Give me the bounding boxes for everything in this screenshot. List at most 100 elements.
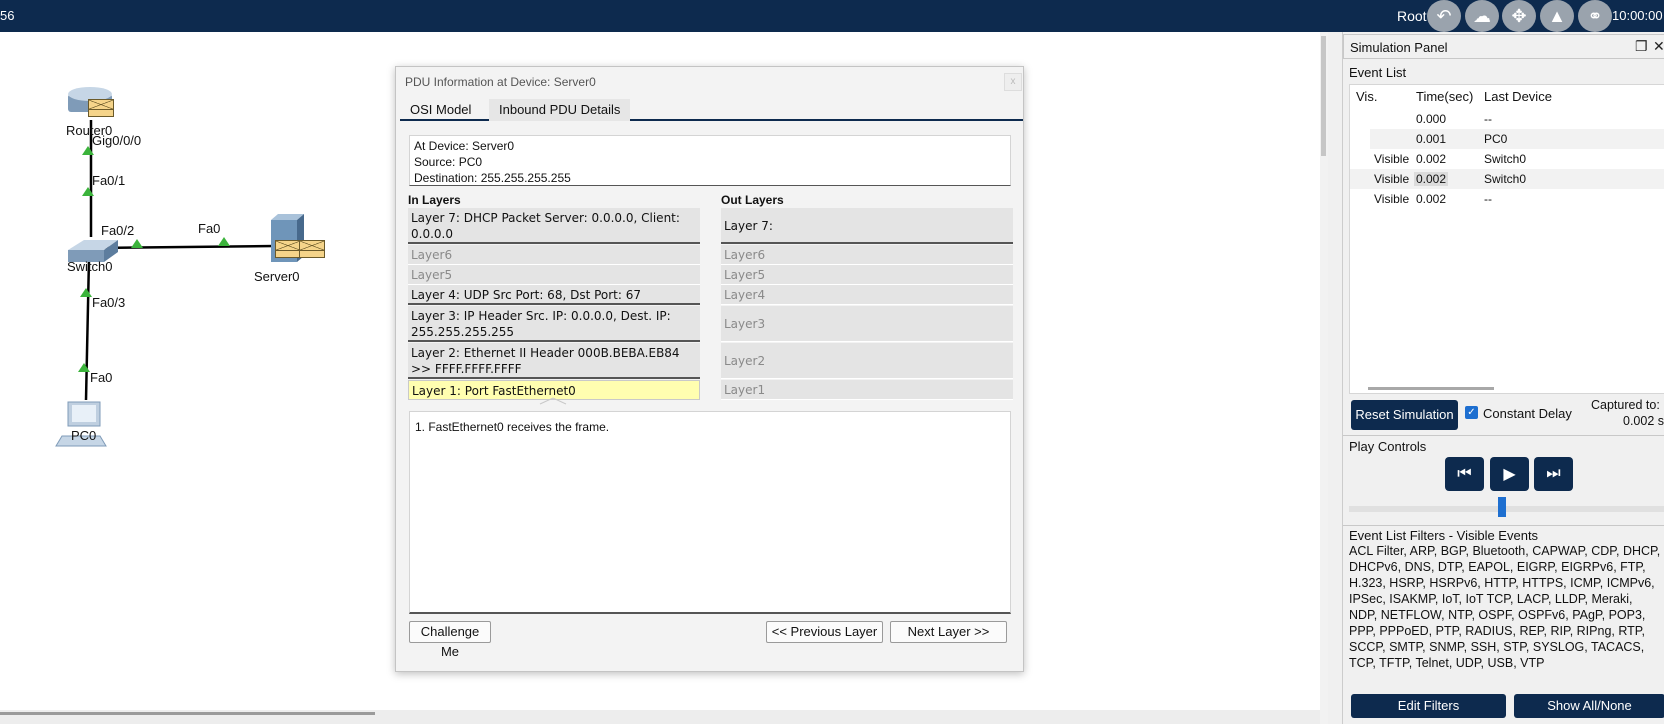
event-device: PC0 [1484,132,1508,146]
column-header-vis[interactable]: Vis. [1356,89,1377,104]
port-label-fa03: Fa0/3 [92,295,126,310]
link-status-arrow [82,146,94,155]
close-icon[interactable]: ✕ [1653,38,1664,55]
in-layer-7[interactable]: Layer 7: DHCP Packet Server: 0.0.0.0, Cl… [408,208,700,244]
destination-text: Destination: 255.255.255.255 [414,171,571,185]
pdu-envelope-icon[interactable] [299,240,325,258]
event-device: Switch0 [1484,172,1527,186]
top-left-text: 56 [0,8,15,23]
pc-label: PC0 [71,428,97,443]
port-label-pc-fa0: Fa0 [90,370,113,385]
out-layer-4[interactable]: Layer4 [721,285,1013,305]
play-speed-slider-track[interactable] [1349,506,1664,512]
link-status-arrow [78,363,90,372]
reset-simulation-button[interactable]: Reset Simulation [1351,400,1458,430]
close-icon[interactable]: x [1004,73,1022,91]
challenge-me-button[interactable]: Challenge Me [409,621,491,659]
port-label-fa02: Fa0/2 [101,223,135,238]
event-time: 0.002 [1416,192,1447,206]
port-label-server-fa0: Fa0 [198,221,221,236]
in-layer-6[interactable]: Layer6 [408,245,700,265]
simulation-panel-title: Simulation Panel [1350,40,1448,55]
column-header-time[interactable]: Time(sec) [1416,89,1473,104]
port-label-gig: Gig0/0/0 [92,133,142,148]
out-layer-5[interactable]: Layer5 [721,265,1013,285]
link-status-arrow [82,187,94,196]
tab-inbound-pdu-details[interactable]: Inbound PDU Details [489,99,631,121]
in-layer-3[interactable]: Layer 3: IP Header Src. IP: 0.0.0.0, Des… [408,306,700,342]
table-row[interactable]: Visible 0.002 -- [1350,189,1664,209]
event-device: -- [1484,192,1492,206]
in-layer-5[interactable]: Layer5 [408,265,700,285]
event-list-label: Event List [1349,65,1407,80]
link-status-arrow [131,239,143,248]
column-header-last-device[interactable]: Last Device [1484,89,1552,104]
switch-label: Switch0 [67,259,113,274]
constant-delay-label: Constant Delay [1483,406,1572,421]
move-icon[interactable]: ✥ [1502,0,1536,32]
step-back-icon[interactable]: ⏮ [1445,457,1484,491]
next-layer-button[interactable]: Next Layer >> [890,621,1007,643]
divider [1343,525,1664,526]
out-layer-1[interactable]: Layer1 [721,380,1013,400]
out-layer-3[interactable]: Layer3 [721,306,1013,342]
event-list-filters-label: Event List Filters - Visible Events [1349,528,1539,543]
server-label: Server0 [254,269,300,284]
event-vis: Visible [1374,172,1410,186]
visible-events-list: ACL Filter, ARP, BGP, Bluetooth, CAPWAP,… [1349,544,1661,670]
in-layer-4[interactable]: Layer 4: UDP Src Port: 68, Dst Port: 67 [408,285,700,305]
port-label-fa01: Fa0/1 [92,173,126,188]
out-layer-7[interactable]: Layer 7: [721,208,1013,244]
constant-delay-checkbox[interactable]: ✓ [1465,406,1478,419]
out-layer-2[interactable]: Layer2 [721,343,1013,379]
in-layer-2[interactable]: Layer 2: Ethernet II Header 000B.BEBA.EB… [408,343,700,379]
network-globe-icon[interactable]: ⚭ [1578,0,1612,32]
simulation-panel-header: Simulation Panel ❐ ✕ [1343,34,1664,59]
root-label: Root [1397,8,1427,24]
tab-osi-model[interactable]: OSI Model [400,99,482,121]
top-toolbar: 56 Root ↶ ☁ ✥ ▲ ⚭ 10:00:00 [0,0,1664,32]
splitter-handle[interactable] [538,397,568,405]
event-list-scrollbar[interactable] [1368,387,1494,390]
event-time: 0.002 [1416,152,1447,166]
cloud-download-icon[interactable]: ☁ [1465,0,1499,32]
link-switch-server [94,244,276,250]
captured-to-value: 0.002 s [1623,414,1664,428]
previous-layer-button[interactable]: << Previous Layer [766,621,883,643]
table-row[interactable]: Visible 0.002 Switch0 [1350,149,1664,169]
pdu-info-dialog: PDU Information at Device: Server0 x OSI… [395,66,1024,672]
link-status-arrow [80,288,92,297]
table-row[interactable]: Visible 0.002 Switch0 [1350,169,1664,189]
undo-icon[interactable]: ↶ [1427,0,1461,32]
landscape-icon[interactable]: ▲ [1540,0,1574,32]
table-row[interactable]: 0.000 -- [1350,109,1664,129]
out-layers-heading: Out Layers [721,193,784,207]
layer-description-text: 1. FastEthernet0 receives the frame. [415,420,610,434]
workspace-vertical-scrollbar[interactable] [1320,32,1328,724]
simulation-panel: Simulation Panel ❐ ✕ Event List Vis. Tim… [1342,32,1664,724]
edit-filters-button[interactable]: Edit Filters [1351,694,1506,718]
event-list-table: Vis. Time(sec) Last Device 0.000 -- 0.00… [1349,84,1664,394]
event-time: 0.002 [1414,172,1449,186]
event-time: 0.001 [1416,132,1447,146]
link-switch-pc [84,257,91,401]
table-row[interactable]: 0.001 PC0 [1370,129,1664,149]
event-device: -- [1484,112,1492,126]
link-status-arrow [218,237,230,246]
source-text: Source: PC0 [414,155,483,169]
undock-icon[interactable]: ❐ [1635,38,1648,55]
show-all-none-button[interactable]: Show All/None [1514,694,1664,718]
dialog-title: PDU Information at Device: Server0 [405,75,596,89]
out-layer-6[interactable]: Layer6 [721,245,1013,265]
pdu-tabs: OSI Model Inbound PDU Details [400,99,1023,121]
workspace-horizontal-scrollbar[interactable] [0,710,1320,724]
event-vis: Visible [1374,152,1410,166]
pdu-envelope-icon[interactable] [88,99,114,117]
step-forward-icon[interactable]: ⏭ [1534,457,1573,491]
in-layers-heading: In Layers [408,193,461,207]
play-speed-slider-thumb[interactable] [1498,497,1506,517]
pdu-envelope-icon[interactable] [275,240,301,258]
play-icon[interactable]: ▶ [1490,457,1529,491]
event-time: 0.000 [1416,112,1447,126]
play-controls-label: Play Controls [1349,439,1427,454]
